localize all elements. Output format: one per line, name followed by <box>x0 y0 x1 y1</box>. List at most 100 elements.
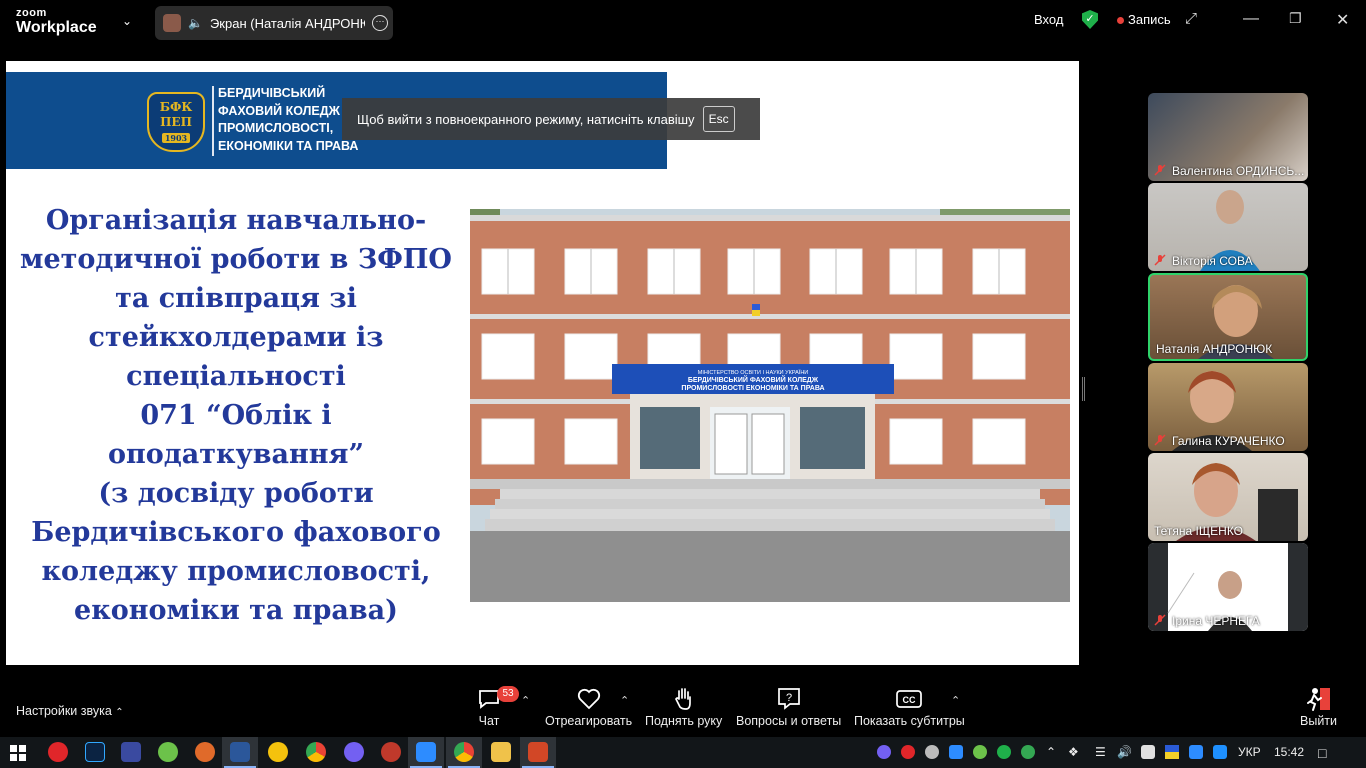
audio-settings-button[interactable]: Настройки звука ⌃ <box>16 704 124 718</box>
battery-icon[interactable] <box>1141 745 1155 759</box>
heart-icon <box>577 688 600 710</box>
tray-app-icon[interactable] <box>901 745 915 759</box>
participant-tile-active[interactable]: Наталія АНДРОНЮК <box>1148 273 1308 361</box>
question-icon: ? <box>777 688 800 710</box>
chevron-up-icon: ⌃ <box>115 707 124 718</box>
title-line: Бердичівського фахового <box>31 517 441 548</box>
chat-label: Чат <box>478 714 500 728</box>
audio-settings-label: Настройки звука <box>16 704 112 718</box>
yellow-app-icon[interactable] <box>268 742 288 762</box>
building-sign-line: МІНІСТЕРСТВО ОСВІТИ І НАУКИ УКРАЇНИ <box>698 369 809 376</box>
chrome-icon[interactable] <box>448 742 480 768</box>
title-line: та співпраця зі <box>115 283 357 314</box>
title-line: стейкхолдерами із <box>88 322 384 353</box>
leave-label: Выйти <box>1300 714 1338 728</box>
chevron-down-icon[interactable]: ⌄ <box>122 14 132 28</box>
logo-text-2: ПЕП <box>160 115 192 129</box>
green-app-icon[interactable] <box>158 742 178 762</box>
panel-resize-handle[interactable] <box>1082 377 1085 401</box>
chevron-up-icon[interactable]: ⌃ <box>951 694 960 707</box>
disk-app-icon[interactable] <box>121 742 141 762</box>
react-label: Отреагировать <box>545 714 633 728</box>
title-line: коледжу промисловості, <box>41 556 431 587</box>
fullscreen-exit-tip: Щоб вийти з повноекранного режиму, натис… <box>342 98 760 140</box>
restore-icon[interactable]: ❐ <box>1289 10 1302 27</box>
college-name-line: ЕКОНОМІКИ ТА ПРАВА <box>218 138 359 153</box>
zoom-icon[interactable] <box>410 742 442 768</box>
participant-tile[interactable]: Вікторія СОВА <box>1148 183 1308 271</box>
chevron-up-icon[interactable]: ⌃ <box>521 694 530 707</box>
folder-icon[interactable] <box>491 742 511 762</box>
brand-large: Workplace <box>16 19 97 36</box>
title-line: Організація навчально- <box>45 205 427 236</box>
banner-divider <box>212 86 214 156</box>
brand-small: zoom <box>16 7 47 19</box>
hand-icon <box>674 688 691 710</box>
viber-tray-icon[interactable] <box>877 745 891 759</box>
svg-text:?: ? <box>786 692 792 704</box>
notification-icon[interactable]: □ <box>1318 745 1326 761</box>
minimize-icon[interactable]: — <box>1243 10 1259 28</box>
participant-name: Наталія АНДРОНЮК <box>1156 342 1273 356</box>
opera-icon[interactable] <box>48 742 68 762</box>
raise-hand-label: Поднять руку <box>645 714 723 728</box>
college-name: БЕРДИЧІВСЬКИЙ ФАХОВИЙ КОЛЕДЖ ПРОМИСЛОВОС… <box>218 85 358 155</box>
keyboard-language[interactable]: УКР <box>1238 745 1261 759</box>
windows-start-icon[interactable] <box>10 745 26 761</box>
viber-icon[interactable] <box>344 742 364 762</box>
clock[interactable]: 15:42 <box>1274 745 1304 759</box>
volume-icon[interactable]: 🔊 <box>1117 745 1132 759</box>
media-app-icon[interactable] <box>381 742 401 762</box>
chevron-up-icon[interactable]: ⌃ <box>620 694 629 707</box>
more-options-icon[interactable]: ··· <box>371 15 388 31</box>
participant-tile[interactable]: Валентина ОРДИНСЬ... <box>1148 93 1308 181</box>
speaker-icon: 🔈 <box>188 16 203 30</box>
leave-button[interactable]: Выйти <box>1300 684 1337 728</box>
screen-share-indicator[interactable]: 🔈 Экран (Наталія АНДРОНЮК ··· <box>155 6 393 40</box>
zoom-tray-icon[interactable] <box>949 745 963 759</box>
exit-icon <box>1306 688 1330 711</box>
tray-app-icon[interactable] <box>925 745 939 759</box>
avatar <box>163 14 181 32</box>
bluetooth-icon[interactable]: ❖ <box>1068 745 1079 759</box>
expand-icon[interactable]: ⤢ <box>1185 10 1197 27</box>
participant-name: Тетяна ІЩЕНКО <box>1154 524 1244 538</box>
security-shield-icon[interactable]: ✓ <box>1082 10 1098 29</box>
word-icon[interactable] <box>224 742 256 768</box>
captions-button[interactable]: CC Показать субтитры <box>854 684 965 728</box>
chevron-up-icon[interactable]: ⌃ <box>1046 745 1056 759</box>
photoshop-icon[interactable] <box>85 742 105 762</box>
building-sign-line: БЕРДИЧІВСЬКИЙ ФАХОВИЙ КОЛЕДЖ <box>688 375 819 384</box>
tray-app-icon[interactable] <box>1213 745 1227 759</box>
tray-app-icon[interactable] <box>973 745 987 759</box>
college-logo: БФК ПЕП 1903 <box>147 92 205 152</box>
participant-tile[interactable]: Тетяна ІЩЕНКО <box>1148 453 1308 541</box>
title-line: економіки та права) <box>74 595 398 626</box>
participant-name: Ірина ЧЕРНЕГА <box>1172 614 1260 628</box>
participant-tile[interactable]: Галина КУРАЧЕНКО <box>1148 363 1308 451</box>
tray-app-icon[interactable] <box>1189 745 1203 759</box>
signin-link[interactable]: Вход <box>1034 12 1063 27</box>
shared-screen: БФК ПЕП 1903 БЕРДИЧІВСЬКИЙ ФАХОВИЙ КОЛЕД… <box>6 61 1079 665</box>
chrome-icon[interactable] <box>306 742 326 762</box>
settings-app-icon[interactable] <box>195 742 215 762</box>
tray-app-icon[interactable] <box>1021 745 1035 759</box>
svg-text:CC: CC <box>903 695 916 705</box>
title-line: спеціальності <box>126 361 346 392</box>
raise-hand-button[interactable]: Поднять руку <box>645 684 722 728</box>
windows-taskbar: ⌃ ❖ ☰ 🔊 УКР 15:42 □ <box>0 737 1366 768</box>
title-line: 071 “Облік і оподаткування” <box>107 400 365 470</box>
powerpoint-icon[interactable] <box>522 742 554 768</box>
wifi-icon[interactable]: ☰ <box>1095 745 1106 759</box>
logo-year: 1903 <box>162 133 190 143</box>
participant-tile[interactable]: Ірина ЧЕРНЕГА <box>1148 543 1308 631</box>
qa-button[interactable]: ? Вопросы и ответы <box>736 684 841 728</box>
ukraine-flag-icon[interactable] <box>1165 745 1179 759</box>
college-name-line: ФАХОВИЙ КОЛЕДЖ <box>218 103 340 118</box>
cc-icon: CC <box>896 690 923 708</box>
record-label[interactable]: Запись <box>1128 12 1171 27</box>
close-icon[interactable]: ✕ <box>1336 10 1349 30</box>
tray-app-icon[interactable] <box>997 745 1011 759</box>
participant-name: Вікторія СОВА <box>1172 254 1253 268</box>
slide-title: Організація навчально- методичної роботи… <box>16 201 456 630</box>
